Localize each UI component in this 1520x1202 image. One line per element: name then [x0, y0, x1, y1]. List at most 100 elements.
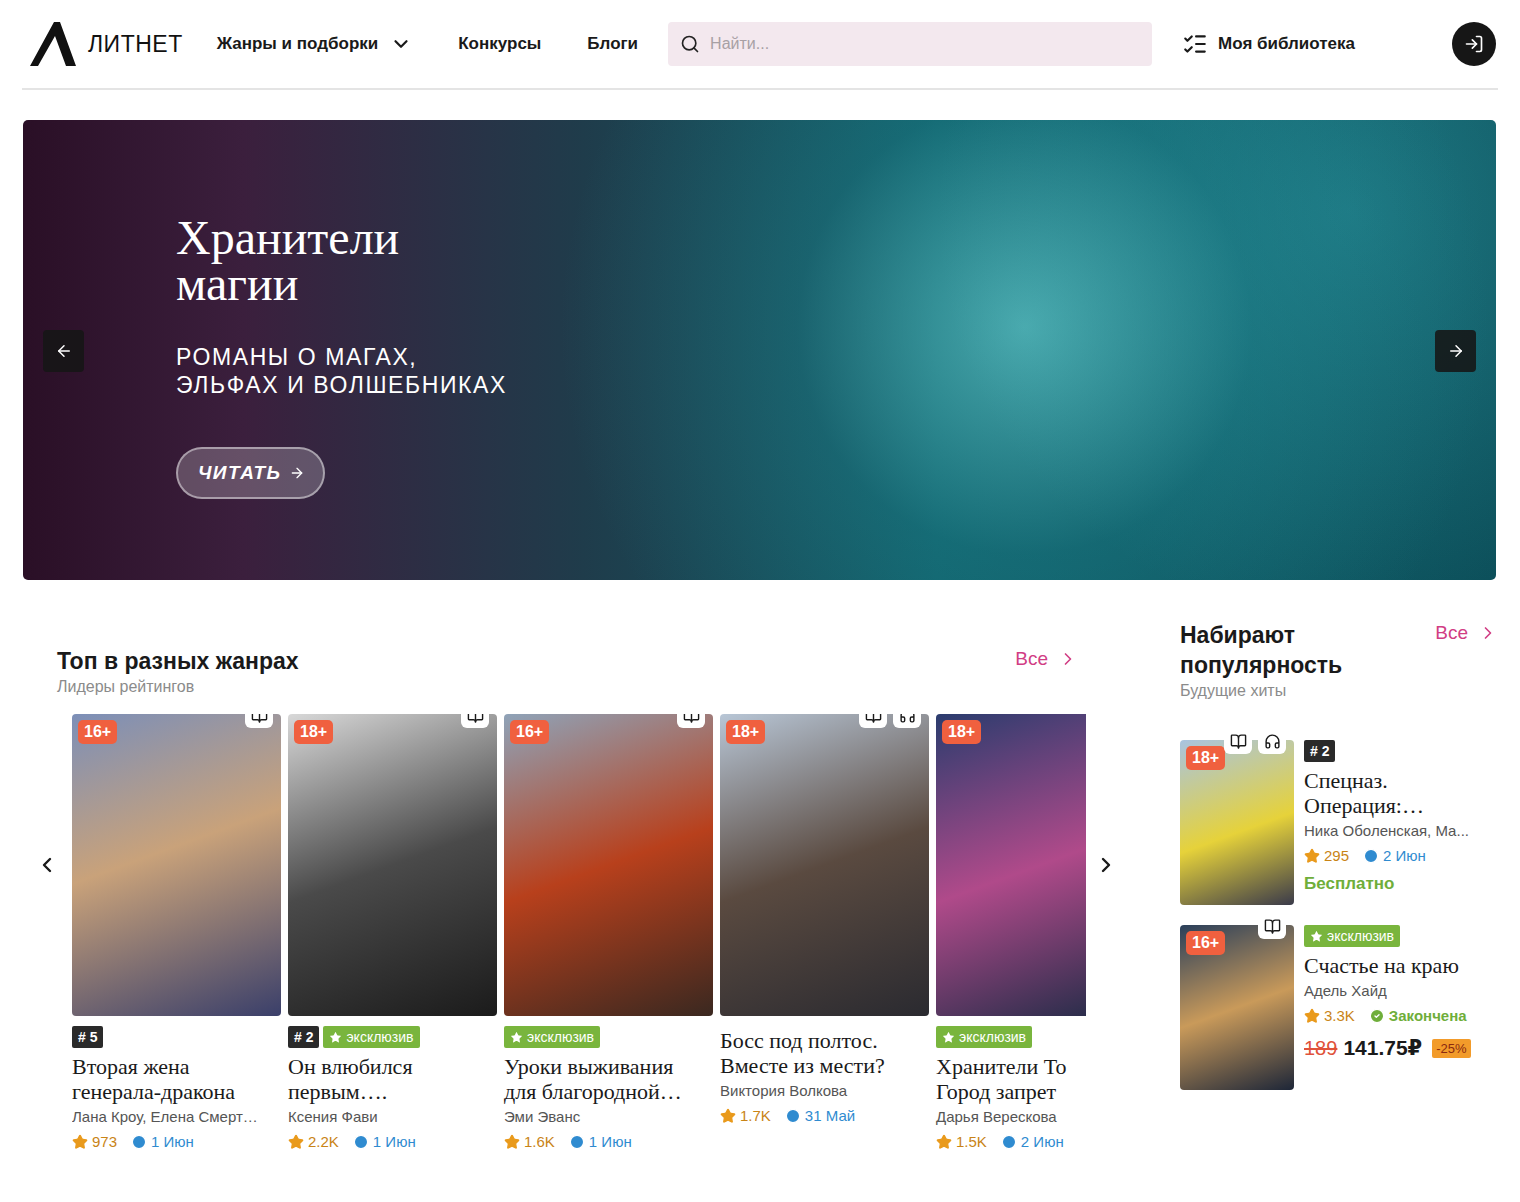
book-cover[interactable]: 16+ — [1180, 925, 1294, 1090]
discount-badge: -25% — [1432, 1039, 1470, 1058]
read-chip[interactable] — [1224, 728, 1252, 754]
book-stats: 1.7K31 Май — [720, 1107, 929, 1124]
rank-badge: # 2 — [1304, 740, 1335, 762]
book-title[interactable]: Уроки выживаниядля благородной… — [504, 1054, 713, 1104]
clock-icon — [131, 1134, 147, 1150]
book-cover[interactable]: 16+ — [72, 714, 281, 1016]
tag-row: эксклюзив — [936, 1026, 1086, 1048]
exclusive-badge: эксклюзив — [323, 1026, 419, 1048]
carousel-next-button[interactable] — [1086, 714, 1126, 1016]
star-icon — [1304, 848, 1320, 864]
exclusive-badge: эксклюзив — [936, 1026, 1032, 1048]
rank-badge: # 2 — [288, 1026, 319, 1048]
library-link[interactable]: Моя библиотека — [1182, 31, 1355, 57]
book-card[interactable]: 18+ # 2эксклюзив Он влюбилсяпервым…. Ксения… — [288, 714, 497, 1150]
book-stats: 9731 Июн — [72, 1133, 281, 1150]
clock-icon — [1001, 1134, 1017, 1150]
login-button[interactable] — [1452, 22, 1496, 66]
book-title[interactable]: Спецназ.Операция:… — [1304, 768, 1498, 818]
star-icon — [1304, 1008, 1320, 1024]
book-card[interactable]: 18+ Босс под полтос.Вместе из мести? Викто… — [720, 714, 929, 1150]
read-chip[interactable] — [1258, 913, 1286, 939]
book-title[interactable]: Он влюбилсяпервым…. — [288, 1054, 497, 1104]
book-card[interactable]: 18+ эксклюзив Хранители ТоГород запрет Дарь… — [936, 714, 1086, 1150]
rising-book[interactable]: 18+ # 2 Спецназ.Операция:… Ника Оболенская,… — [1180, 740, 1498, 905]
main-nav: Жанры и подборки Конкурсы Блоги — [217, 33, 638, 55]
star-icon — [72, 1134, 88, 1150]
star-icon — [720, 1108, 736, 1124]
book-card[interactable]: 16+ эксклюзив Уроки выживаниядля благородн… — [504, 714, 713, 1150]
age-badge: 18+ — [726, 720, 765, 744]
book-title[interactable]: Хранители ТоГород запрет — [936, 1054, 1086, 1104]
book-author[interactable]: Адель Хайд — [1304, 982, 1498, 999]
banner-subtitle: РОМАНЫ О МАГАХ,ЭЛЬФАХ И ВОЛШЕБНИКАХ — [176, 343, 507, 399]
star-icon — [936, 1134, 952, 1150]
book-icon — [251, 714, 268, 724]
carousel-prev-button[interactable] — [22, 714, 72, 1016]
nav-item[interactable]: Конкурсы — [458, 34, 541, 54]
banner-prev-button[interactable] — [43, 330, 84, 372]
clock-icon — [353, 1134, 369, 1150]
clock-icon — [1363, 848, 1379, 864]
hero-banner[interactable]: ХранителимагииРОМАНЫ О МАГАХ,ЭЛЬФАХ И ВО… — [23, 120, 1496, 580]
age-badge: 16+ — [78, 720, 117, 744]
read-chip[interactable] — [859, 714, 887, 728]
book-title[interactable]: Вторая женагенерала-дракона — [72, 1054, 281, 1104]
price: 189141.75₽-25% — [1304, 1036, 1498, 1060]
star-icon — [504, 1134, 520, 1150]
nav-item[interactable]: Блоги — [587, 34, 638, 54]
audio-chip[interactable] — [1258, 728, 1286, 754]
book-stats: 1.5K2 Июн — [936, 1133, 1086, 1150]
section-subtitle: Будущие хиты — [1180, 682, 1342, 700]
book-title[interactable]: Счастье на краю — [1304, 953, 1498, 978]
age-badge: 16+ — [1186, 931, 1225, 955]
age-badge: 18+ — [1186, 746, 1225, 770]
search-input[interactable] — [708, 34, 1140, 54]
book-carousel: 16+# 5Вторая женагенерала-драконаЛана Кр… — [72, 714, 1086, 1150]
book-icon — [467, 714, 484, 724]
banner-next-button[interactable] — [1435, 330, 1476, 372]
read-button[interactable]: ЧИТАТЬ — [176, 447, 325, 499]
age-badge: 16+ — [510, 720, 549, 744]
book-stats: 3.3KЗакончена — [1304, 1007, 1498, 1024]
book-cover[interactable]: 18+ — [288, 714, 497, 1016]
all-link[interactable]: Все — [1015, 646, 1078, 670]
star-icon — [1310, 930, 1323, 943]
read-chip[interactable] — [677, 714, 705, 728]
exclusive-badge: эксклюзив — [504, 1026, 600, 1048]
book-author[interactable]: Ника Оболенская, Ма... — [1304, 822, 1498, 839]
tag-row: # 2 — [1304, 740, 1498, 762]
section-subtitle: Лидеры рейтингов — [57, 678, 299, 696]
book-author[interactable]: Лана Кроу, Елена Смерт… — [72, 1108, 281, 1125]
arrow-left-icon — [55, 342, 73, 360]
book-icon — [1264, 918, 1281, 935]
read-chip[interactable] — [461, 714, 489, 728]
book-author[interactable]: Эми Эванс — [504, 1108, 713, 1125]
audio-chip[interactable] — [893, 714, 921, 728]
book-icon — [1230, 733, 1247, 750]
library-icon — [1182, 31, 1208, 57]
logo[interactable]: ЛИТНЕТ — [28, 20, 183, 68]
book-icon — [865, 714, 882, 724]
book-cover[interactable]: 16+ — [504, 714, 713, 1016]
book-author[interactable]: Ксения Фави — [288, 1108, 497, 1125]
top-genres-section: Топ в разных жанрахЛидеры рейтинговВсе16… — [22, 620, 1142, 1150]
login-icon — [1464, 34, 1484, 54]
nav-item[interactable]: Жанры и подборки — [217, 33, 413, 55]
all-link[interactable]: Все — [1435, 620, 1498, 644]
rising-book[interactable]: 16+эксклюзивСчастье на краюАдель Хайд3.3… — [1180, 925, 1498, 1090]
book-title[interactable]: Босс под полтос.Вместе из мести? — [720, 1028, 929, 1078]
arrow-right-icon — [1447, 342, 1465, 360]
book-cover[interactable]: 18+ — [720, 714, 929, 1016]
search-box[interactable] — [668, 22, 1152, 66]
chevron-right-icon — [1478, 623, 1498, 643]
book-stats: 2952 Июн — [1304, 847, 1498, 864]
price-free: Бесплатно — [1304, 874, 1498, 894]
book-stats: 2.2K1 Июн — [288, 1133, 497, 1150]
book-card[interactable]: 16+# 5Вторая женагенерала-драконаЛана Кр… — [72, 714, 281, 1150]
book-author[interactable]: Дарья Верескова — [936, 1108, 1086, 1125]
book-cover[interactable]: 18+ — [936, 714, 1086, 1016]
read-chip[interactable] — [245, 714, 273, 728]
book-author[interactable]: Виктория Волкова — [720, 1082, 929, 1099]
book-cover[interactable]: 18+ — [1180, 740, 1294, 905]
